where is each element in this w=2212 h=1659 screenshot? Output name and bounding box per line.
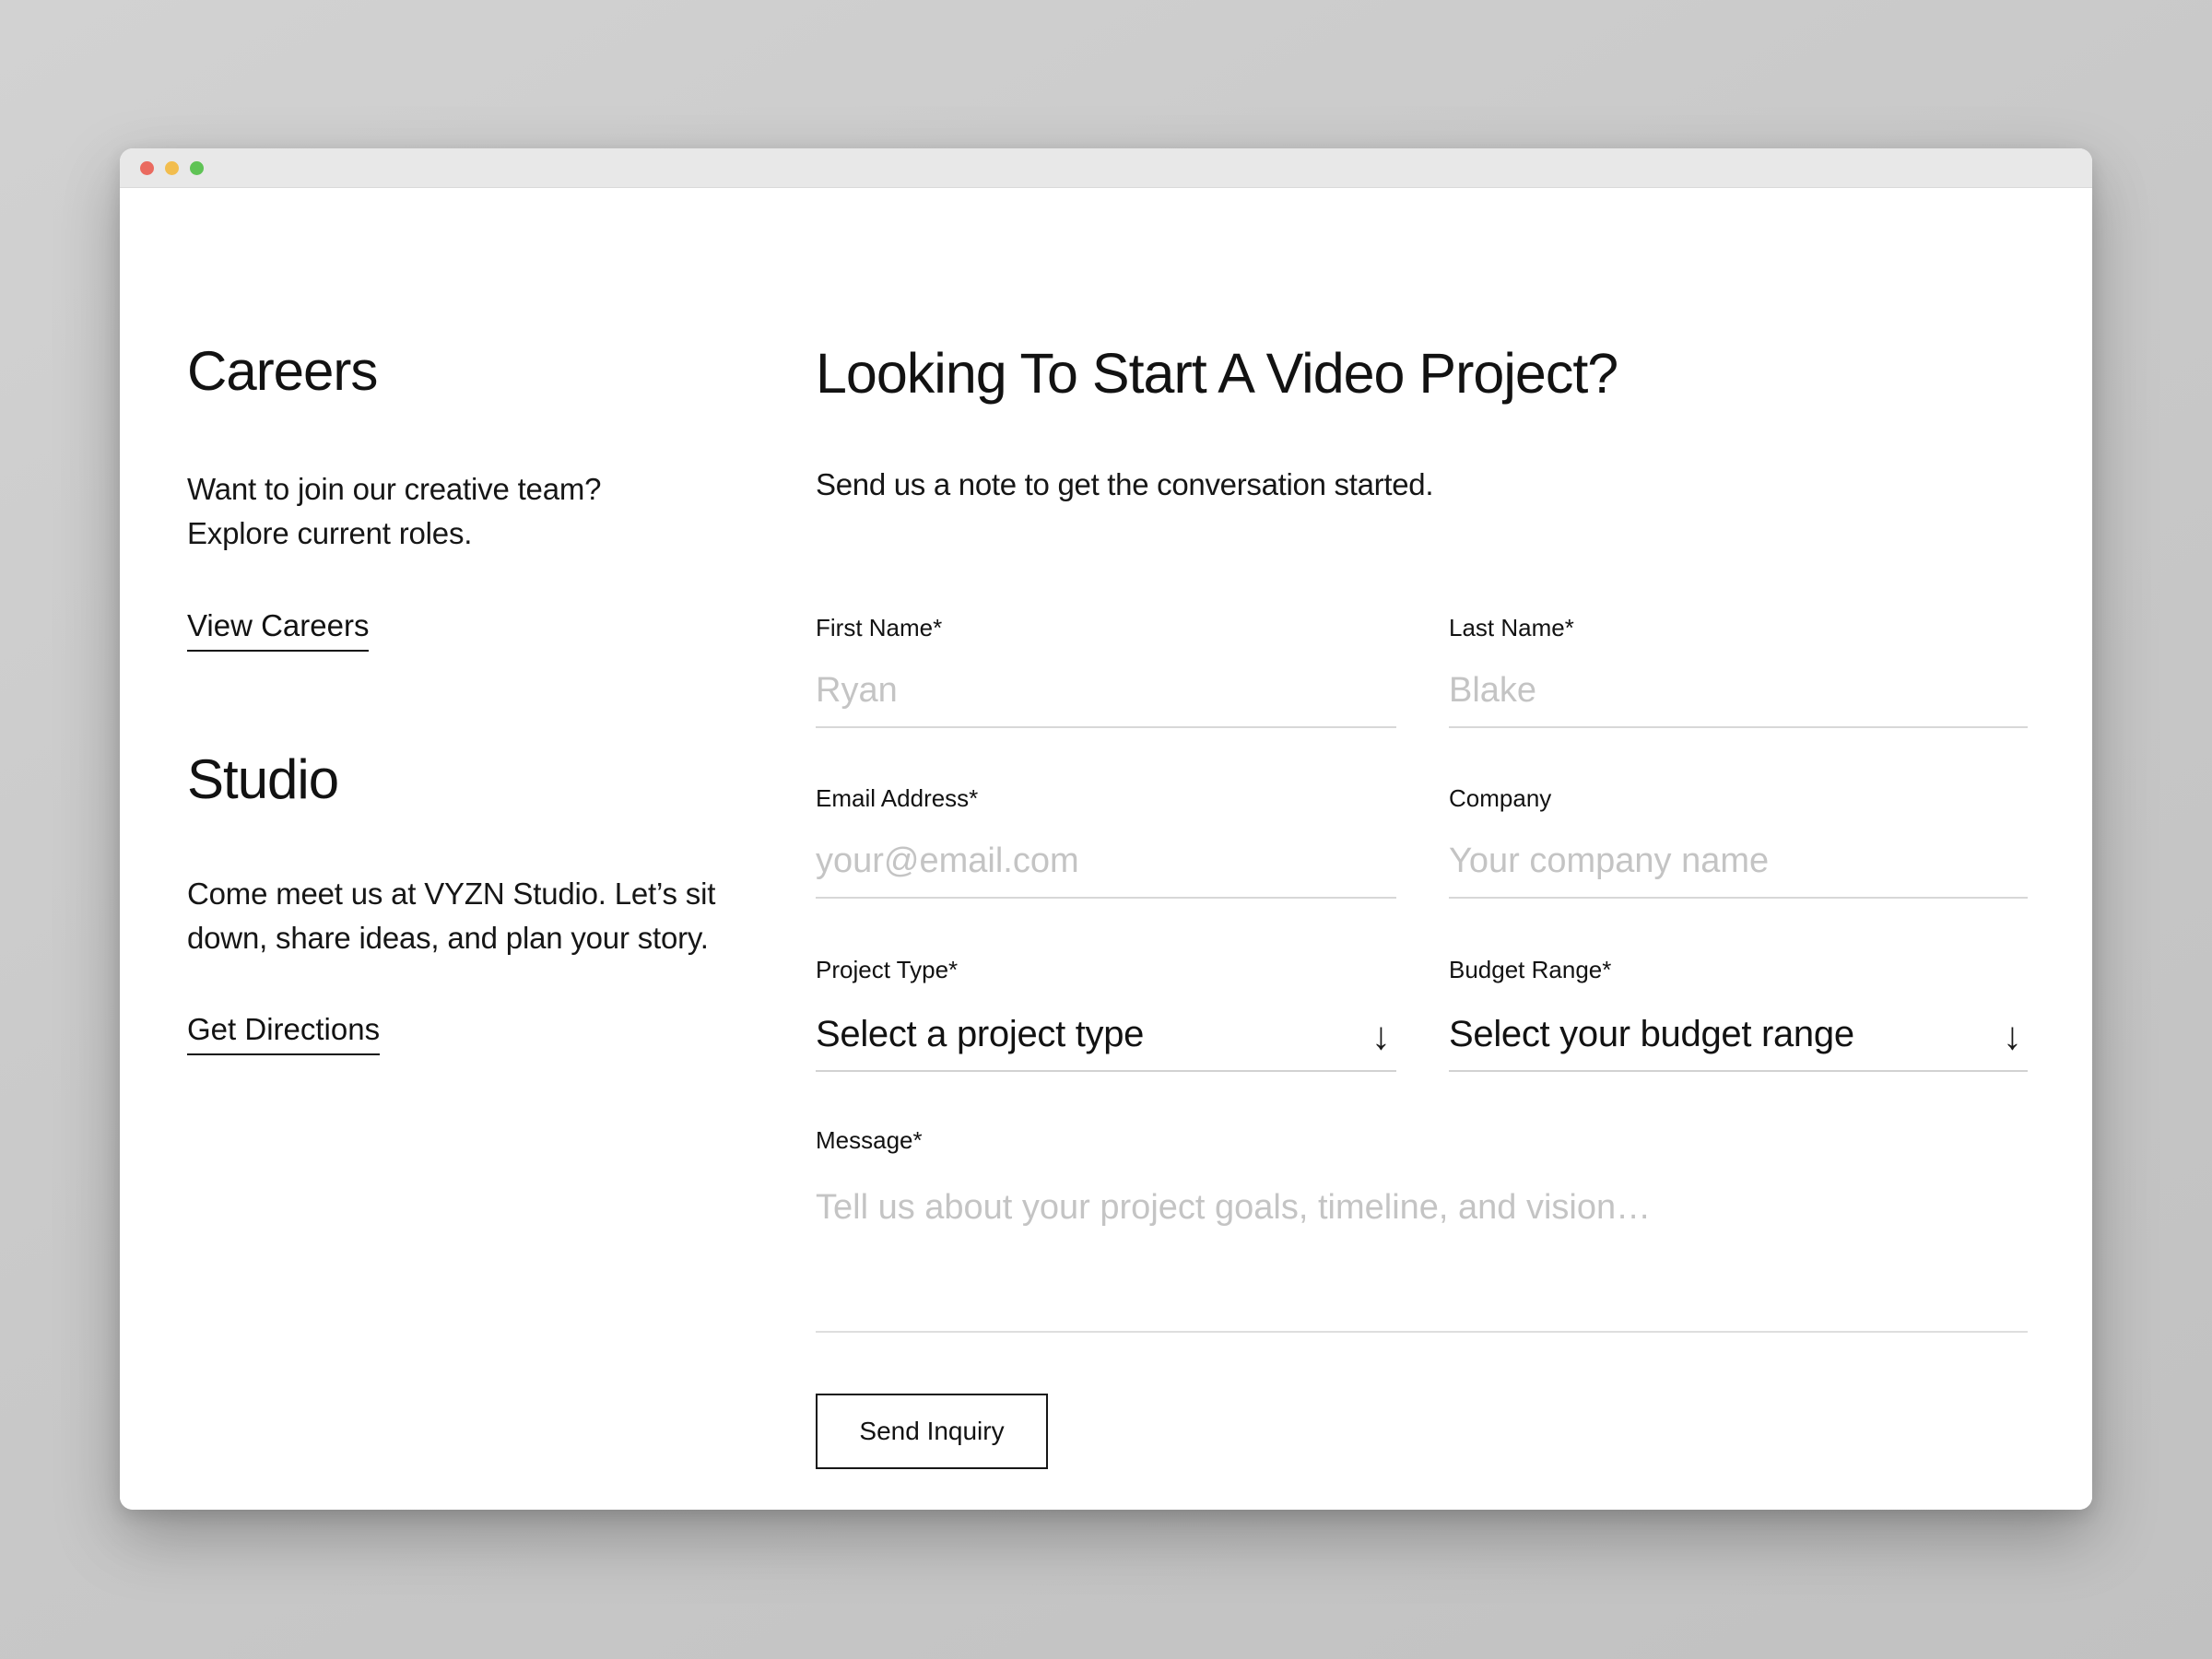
company-input[interactable]: [1449, 840, 2028, 899]
careers-description-line2: Explore current roles.: [187, 516, 472, 550]
first-name-label: First Name*: [816, 614, 1396, 641]
project-type-label: Project Type*: [816, 956, 1396, 983]
company-field-group: Company: [1449, 784, 2028, 899]
careers-description: Want to join our creative team? Explore …: [187, 467, 601, 556]
first-name-input[interactable]: [816, 669, 1396, 728]
studio-description: Come meet us at VYZN Studio. Let’s sit d…: [187, 872, 715, 960]
form-subheading: Send us a note to get the conversation s…: [816, 467, 1433, 502]
get-directions-link[interactable]: Get Directions: [187, 1012, 380, 1055]
email-field-group: Email Address*: [816, 784, 1396, 899]
zoom-window-icon[interactable]: [190, 161, 204, 175]
first-name-field-group: First Name*: [816, 614, 1396, 728]
window-titlebar: [120, 148, 2092, 188]
view-careers-link[interactable]: View Careers: [187, 608, 369, 652]
studio-description-line1: Come meet us at VYZN Studio. Let’s sit: [187, 877, 715, 911]
last-name-label: Last Name*: [1449, 614, 2028, 641]
form-heading: Looking To Start A Video Project?: [816, 341, 1618, 406]
chevron-down-icon: ↓: [1371, 1017, 1391, 1055]
browser-window: Careers Want to join our creative team? …: [120, 148, 2092, 1510]
email-input[interactable]: [816, 840, 1396, 899]
message-label: Message*: [816, 1126, 2028, 1154]
careers-description-line1: Want to join our creative team?: [187, 472, 601, 506]
last-name-input[interactable]: [1449, 669, 2028, 728]
budget-range-select[interactable]: Select your budget range ↓: [1449, 1011, 2028, 1072]
budget-range-selected-value: Select your budget range: [1449, 1014, 1854, 1054]
close-window-icon[interactable]: [140, 161, 154, 175]
project-type-field-group: Project Type* Select a project type ↓: [816, 956, 1396, 1072]
last-name-field-group: Last Name*: [1449, 614, 2028, 728]
send-inquiry-button[interactable]: Send Inquiry: [816, 1394, 1048, 1469]
page-content: Careers Want to join our creative team? …: [120, 188, 2092, 1510]
message-field-group: Message*: [816, 1126, 2028, 1333]
project-type-select[interactable]: Select a project type ↓: [816, 1011, 1396, 1072]
chevron-down-icon: ↓: [2003, 1017, 2022, 1055]
studio-heading: Studio: [187, 749, 338, 810]
budget-range-field-group: Budget Range* Select your budget range ↓: [1449, 956, 2028, 1072]
minimize-window-icon[interactable]: [165, 161, 179, 175]
message-textarea[interactable]: [816, 1180, 2028, 1333]
budget-range-label: Budget Range*: [1449, 956, 2028, 983]
careers-heading: Careers: [187, 341, 377, 402]
email-label: Email Address*: [816, 784, 1396, 812]
project-type-selected-value: Select a project type: [816, 1014, 1144, 1054]
studio-description-line2: down, share ideas, and plan your story.: [187, 921, 709, 955]
company-label: Company: [1449, 784, 2028, 812]
